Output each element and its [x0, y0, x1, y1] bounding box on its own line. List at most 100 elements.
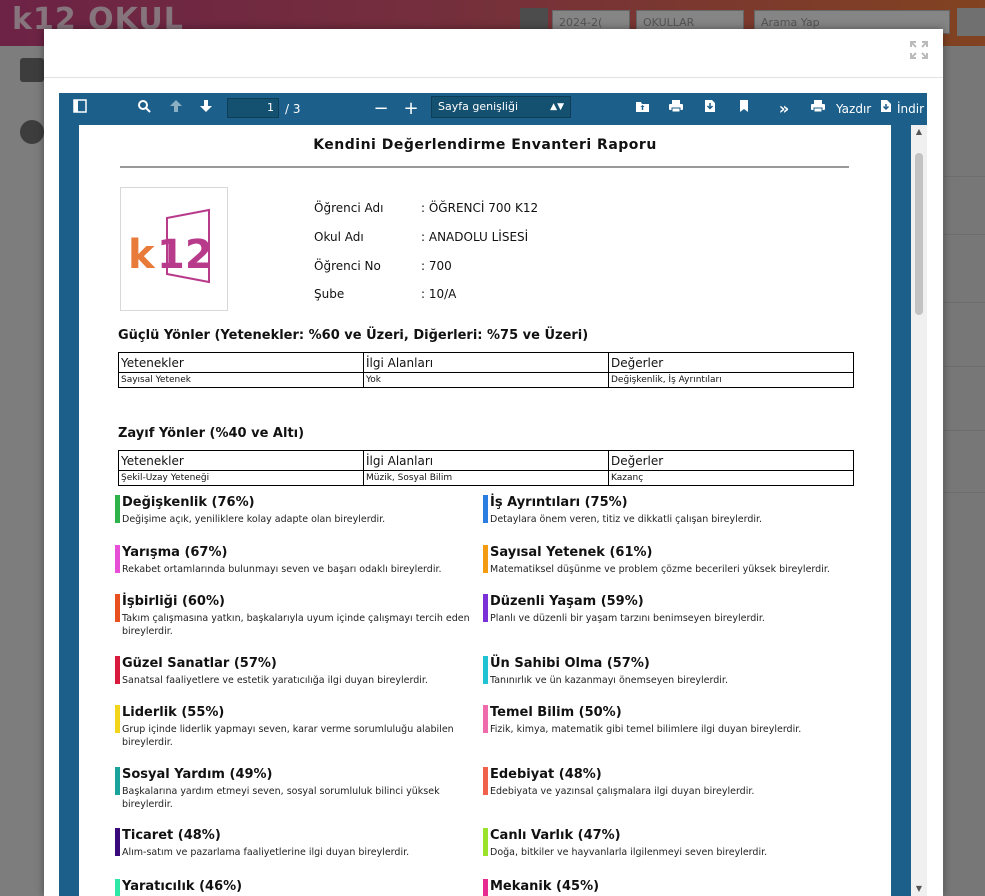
download-button[interactable]: İndir	[897, 98, 924, 120]
trait-color-bar	[115, 594, 120, 622]
trait-description: Detaylara önem veren, titiz ve dikkatli …	[490, 514, 763, 525]
trait-color-bar	[115, 545, 120, 573]
column-header: Değerler	[608, 450, 854, 471]
trait-color-bar	[483, 705, 488, 733]
table-cell: Müzik, Sosyal Bilim	[363, 470, 609, 486]
trait-name: Sayısal Yetenek (61%)	[490, 545, 653, 560]
zoom-select[interactable]: Sayfa genişliği ▲▼	[431, 96, 571, 118]
trait-description: Doğa, bitkiler ve hayvanlarla ilgilenmey…	[490, 847, 768, 858]
table-cell: Sayısal Yetenek	[118, 372, 364, 388]
strengths-title: Güçlü Yönler (Yetenekler: %60 ve Üzeri, …	[118, 328, 589, 343]
trait-name: Ticaret (48%)	[122, 828, 221, 843]
page-total: / 3	[285, 102, 301, 116]
next-page-icon[interactable]	[197, 98, 215, 120]
print-button[interactable]: Yazdır	[836, 98, 871, 120]
title-divider	[120, 166, 849, 168]
trait-description: Grup içinde liderlik yapmayı seven, kara…	[122, 724, 454, 748]
table-cell: Yok	[363, 372, 609, 388]
pdf-toolbar: 1 / 3 − + Sayfa genişliği ▲▼ » Yazdır İn…	[59, 93, 927, 125]
table-cell: Şekil-Uzay Yeteneği	[118, 470, 364, 486]
trait-color-bar	[115, 828, 120, 856]
trait-color-bar	[483, 545, 488, 573]
info-value-class: : 10/A	[421, 287, 457, 301]
info-label-school: Okul Adı	[314, 230, 364, 244]
trait-description: Değişime açık, yeniliklere kolay adapte …	[122, 514, 386, 525]
logo-text: k	[128, 232, 156, 278]
trait-name: Yarışma (67%)	[122, 545, 228, 560]
scroll-thumb[interactable]	[915, 153, 923, 315]
zoom-out-icon[interactable]: −	[373, 98, 389, 120]
expand-icon[interactable]	[909, 41, 929, 61]
zoom-select-value: Sayfa genişliği	[438, 100, 519, 113]
scroll-up-icon[interactable]: ▲	[911, 125, 927, 139]
select-caret-icon: ▲▼	[550, 102, 564, 112]
pdf-viewer: 1 / 3 − + Sayfa genişliği ▲▼ » Yazdır İn…	[59, 93, 927, 896]
print-button-icon[interactable]	[809, 98, 827, 120]
table-row: Sayısal Yetenek Yok Değişkenlik, İş Ayrı…	[118, 372, 854, 388]
trait-color-bar	[115, 879, 120, 896]
trait-description: Başkalarına yardım etmeyi seven, sosyal …	[122, 786, 440, 810]
previous-page-icon[interactable]	[167, 98, 185, 120]
trait-color-bar	[483, 656, 488, 684]
info-value-school: : ANADOLU LİSESİ	[421, 230, 529, 244]
zoom-in-icon[interactable]: +	[403, 98, 419, 120]
column-header: İlgi Alanları	[363, 352, 609, 373]
trait-name: Değişkenlik (76%)	[122, 495, 255, 510]
trait-name: Canlı Varlık (47%)	[490, 828, 621, 843]
school-logo: k 12	[120, 187, 228, 311]
strengths-table: Yetenekler İlgi Alanları Değerler Sayısa…	[118, 352, 854, 388]
tools-menu-icon[interactable]: »	[775, 98, 793, 120]
vertical-scrollbar[interactable]: ▲ ▼	[911, 125, 927, 896]
search-icon[interactable]	[135, 98, 153, 120]
table-header-row: Yetenekler İlgi Alanları Değerler	[118, 352, 854, 373]
trait-description: Tanınırlık ve ün kazanmayı önemseyen bir…	[490, 675, 728, 686]
save-icon[interactable]	[701, 98, 719, 120]
trait-description: Planlı ve düzenli bir yaşam tarzını beni…	[490, 613, 765, 624]
trait-color-bar	[483, 828, 488, 856]
logo-text-digits: 12	[157, 232, 213, 278]
trait-description: Matematiksel düşünme ve problem çözme be…	[490, 564, 830, 575]
open-file-icon[interactable]	[633, 98, 651, 120]
column-header: Değerler	[608, 352, 854, 373]
trait-description: Edebiyata ve yazınsal çalışmalara ilgi d…	[490, 786, 755, 797]
trait-name: Temel Bilim (50%)	[490, 705, 622, 720]
weaknesses-table: Yetenekler İlgi Alanları Değerler Şekil-…	[118, 450, 854, 486]
trait-color-bar	[115, 656, 120, 684]
bookmark-icon[interactable]	[735, 98, 753, 120]
trait-description: Alım-satım ve pazarlama faaliyetlerine i…	[122, 847, 410, 858]
download-icon[interactable]	[879, 98, 893, 120]
trait-name: Edebiyat (48%)	[490, 767, 602, 782]
trait-color-bar	[115, 767, 120, 795]
trait-description: Takım çalışmasına yatkın, başkalarıyla u…	[122, 613, 470, 637]
table-cell: Değişkenlik, İş Ayrıntıları	[608, 372, 854, 388]
table-row: Şekil-Uzay Yeteneği Müzik, Sosyal Bilim …	[118, 470, 854, 486]
print-icon[interactable]	[667, 98, 685, 120]
document-area[interactable]: Kendini Değerlendirme Envanteri Raporu k…	[59, 125, 927, 896]
trait-color-bar	[483, 767, 488, 795]
trait-name: Sosyal Yardım (49%)	[122, 767, 273, 782]
trait-description: Rekabet ortamlarında bulunmayı seven ve …	[122, 564, 442, 575]
trait-name: Yaratıcılık (46%)	[122, 879, 243, 894]
trait-color-bar	[483, 495, 488, 523]
info-label-class: Şube	[314, 287, 345, 301]
trait-color-bar	[115, 705, 120, 733]
table-header-row: Yetenekler İlgi Alanları Değerler	[118, 450, 854, 471]
trait-color-bar	[483, 879, 488, 896]
trait-name: Ün Sahibi Olma (57%)	[490, 656, 650, 671]
info-label-student-no: Öğrenci No	[314, 259, 381, 273]
info-label-student-name: Öğrenci Adı	[314, 201, 384, 215]
sidebar-toggle-icon[interactable]	[71, 98, 89, 120]
table-cell: Kazanç	[608, 470, 854, 486]
scroll-down-icon[interactable]: ▼	[911, 882, 927, 896]
info-value-student-name: : ÖĞRENCİ 700 K12	[421, 201, 539, 215]
column-header: Yetenekler	[118, 450, 364, 471]
page-number-input[interactable]: 1	[227, 98, 279, 118]
column-header: Yetenekler	[118, 352, 364, 373]
trait-description: Sanatsal faaliyetlere ve estetik yaratıc…	[122, 675, 428, 686]
trait-name: Mekanik (45%)	[490, 879, 600, 894]
info-value-student-no: : 700	[421, 259, 452, 273]
trait-description: Fizik, kimya, matematik gibi temel bilim…	[490, 724, 802, 735]
modal-header	[44, 29, 943, 78]
trait-name: Güzel Sanatlar (57%)	[122, 656, 277, 671]
trait-color-bar	[115, 495, 120, 523]
